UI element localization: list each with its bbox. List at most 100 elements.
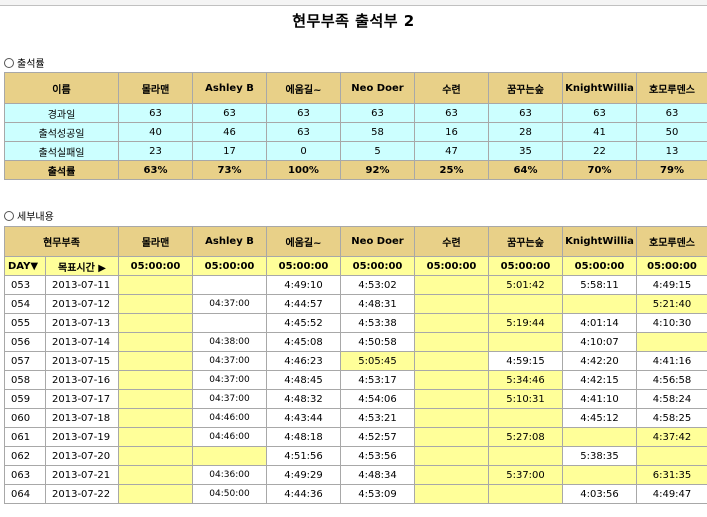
value-cell[interactable]: 5	[340, 141, 415, 161]
time-cell[interactable]: 4:53:56	[340, 446, 415, 466]
value-cell[interactable]: 63	[118, 103, 193, 123]
date-cell[interactable]: 2013-07-12	[45, 294, 119, 314]
time-cell[interactable]	[414, 427, 489, 447]
time-cell[interactable]: 4:45:08	[266, 332, 341, 352]
time-cell[interactable]: 4:53:38	[340, 313, 415, 333]
time-cell[interactable]: 04:37:00	[192, 389, 267, 409]
time-cell[interactable]: 04:36:00	[192, 465, 267, 485]
day-cell[interactable]: 054	[4, 294, 46, 314]
time-cell[interactable]	[118, 484, 193, 504]
time-cell[interactable]: 4:56:58	[636, 370, 707, 390]
day-cell[interactable]: 060	[4, 408, 46, 428]
time-cell[interactable]: 5:58:11	[562, 275, 637, 295]
target-time-cell[interactable]: 05:00:00	[636, 256, 707, 276]
time-cell[interactable]: 4:03:56	[562, 484, 637, 504]
value-cell[interactable]: 63	[562, 103, 637, 123]
time-cell[interactable]	[414, 313, 489, 333]
time-cell[interactable]: 5:34:46	[488, 370, 563, 390]
member-header-cell[interactable]: Ashley B	[192, 72, 267, 104]
time-cell[interactable]: 5:01:42	[488, 275, 563, 295]
time-cell[interactable]: 4:48:31	[340, 294, 415, 314]
value-cell[interactable]: 47	[414, 141, 489, 161]
value-cell[interactable]: 46	[192, 122, 267, 142]
member-header-cell[interactable]: 꿈꾸는숲	[488, 72, 563, 104]
time-cell[interactable]: 4:44:36	[266, 484, 341, 504]
value-cell[interactable]: 63	[192, 103, 267, 123]
value-cell[interactable]: 22	[562, 141, 637, 161]
time-cell[interactable]: 4:48:18	[266, 427, 341, 447]
date-cell[interactable]: 2013-07-22	[45, 484, 119, 504]
time-cell[interactable]	[192, 446, 267, 466]
target-time-cell[interactable]: 05:00:00	[266, 256, 341, 276]
time-cell[interactable]	[118, 313, 193, 333]
time-cell[interactable]: 4:45:52	[266, 313, 341, 333]
member-header-cell[interactable]: KnightWillia	[562, 72, 637, 104]
rate-cell[interactable]: 70%	[562, 160, 637, 180]
time-cell[interactable]: 4:50:58	[340, 332, 415, 352]
time-cell[interactable]: 04:38:00	[192, 332, 267, 352]
member-header-cell[interactable]: 호모루덴스	[636, 226, 707, 257]
member-header-cell[interactable]: Ashley B	[192, 226, 267, 257]
day-cell[interactable]: 062	[4, 446, 46, 466]
time-cell[interactable]: 04:37:00	[192, 370, 267, 390]
time-cell[interactable]: 5:38:35	[562, 446, 637, 466]
time-cell[interactable]	[414, 408, 489, 428]
day-filter-cell[interactable]: DAY▼	[4, 256, 46, 276]
time-cell[interactable]	[562, 427, 637, 447]
target-time-cell[interactable]: 05:00:00	[340, 256, 415, 276]
time-cell[interactable]	[118, 370, 193, 390]
time-cell[interactable]: 4:53:21	[340, 408, 415, 428]
time-cell[interactable]: 4:01:14	[562, 313, 637, 333]
time-cell[interactable]	[488, 294, 563, 314]
time-cell[interactable]: 4:44:57	[266, 294, 341, 314]
time-cell[interactable]	[414, 484, 489, 504]
time-cell[interactable]: 4:49:10	[266, 275, 341, 295]
date-cell[interactable]: 2013-07-20	[45, 446, 119, 466]
member-header-cell[interactable]: 에움길~	[266, 72, 341, 104]
value-cell[interactable]: 28	[488, 122, 563, 142]
target-time-cell[interactable]: 05:00:00	[488, 256, 563, 276]
time-cell[interactable]: 6:31:35	[636, 465, 707, 485]
time-cell[interactable]: 4:51:56	[266, 446, 341, 466]
value-cell[interactable]: 23	[118, 141, 193, 161]
time-cell[interactable]	[118, 332, 193, 352]
date-cell[interactable]: 2013-07-19	[45, 427, 119, 447]
rate-cell[interactable]: 100%	[266, 160, 341, 180]
time-cell[interactable]: 4:53:17	[340, 370, 415, 390]
time-cell[interactable]: 4:45:12	[562, 408, 637, 428]
time-cell[interactable]: 4:48:32	[266, 389, 341, 409]
time-cell[interactable]: 04:46:00	[192, 427, 267, 447]
time-cell[interactable]	[414, 332, 489, 352]
member-header-cell[interactable]: 수련	[414, 226, 489, 257]
time-cell[interactable]	[118, 408, 193, 428]
time-cell[interactable]: 5:27:08	[488, 427, 563, 447]
date-cell[interactable]: 2013-07-16	[45, 370, 119, 390]
time-cell[interactable]: 4:58:24	[636, 389, 707, 409]
time-cell[interactable]: 4:49:15	[636, 275, 707, 295]
value-cell[interactable]: 16	[414, 122, 489, 142]
time-cell[interactable]: 4:49:29	[266, 465, 341, 485]
date-cell[interactable]: 2013-07-11	[45, 275, 119, 295]
time-cell[interactable]: 4:42:20	[562, 351, 637, 371]
member-header-cell[interactable]: Neo Doer	[340, 226, 415, 257]
day-cell[interactable]: 059	[4, 389, 46, 409]
time-cell[interactable]	[118, 465, 193, 485]
time-cell[interactable]: 5:19:44	[488, 313, 563, 333]
time-cell[interactable]	[118, 294, 193, 314]
row-label-cell[interactable]: 출석률	[4, 160, 119, 180]
member-header-cell[interactable]: 수련	[414, 72, 489, 104]
time-cell[interactable]	[414, 370, 489, 390]
time-cell[interactable]: 04:46:00	[192, 408, 267, 428]
day-cell[interactable]: 063	[4, 465, 46, 485]
date-cell[interactable]: 2013-07-15	[45, 351, 119, 371]
time-cell[interactable]	[636, 332, 707, 352]
time-cell[interactable]: 04:37:00	[192, 351, 267, 371]
member-header-cell[interactable]: 꿈꾸는숲	[488, 226, 563, 257]
time-cell[interactable]: 5:10:31	[488, 389, 563, 409]
value-cell[interactable]: 58	[340, 122, 415, 142]
time-cell[interactable]: 4:53:09	[340, 484, 415, 504]
time-cell[interactable]: 4:10:07	[562, 332, 637, 352]
date-cell[interactable]: 2013-07-13	[45, 313, 119, 333]
time-cell[interactable]	[488, 408, 563, 428]
value-cell[interactable]: 63	[266, 122, 341, 142]
